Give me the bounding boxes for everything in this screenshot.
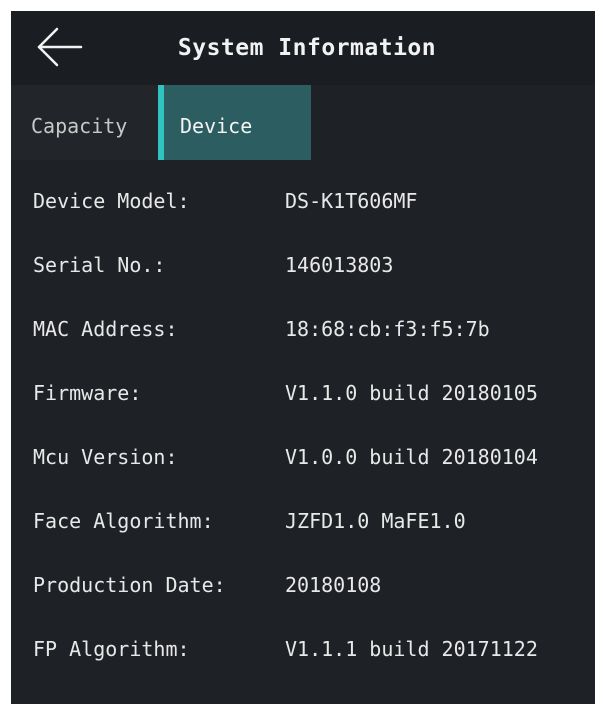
info-label: Face Algorithm: xyxy=(33,509,214,533)
info-value: 18:68:cb:f3:f5:7b xyxy=(285,317,490,341)
info-label: FP Algorithm: xyxy=(33,637,190,661)
info-row-mcu-version: Mcu Version: V1.0.0 build 20180104 xyxy=(11,416,595,480)
back-button[interactable] xyxy=(25,21,85,73)
info-row-firmware: Firmware: V1.1.0 build 20180105 xyxy=(11,352,595,416)
info-row-serial-no: Serial No.: 146013803 xyxy=(11,224,595,288)
info-label: MAC Address: xyxy=(33,317,178,341)
info-value: JZFD1.0 MaFE1.0 xyxy=(285,509,466,533)
device-screen: System Information Capacity Device Devic… xyxy=(11,11,595,704)
title-bar: System Information xyxy=(11,11,595,85)
info-value: 20180108 xyxy=(285,573,382,597)
tab-capacity-label: Capacity xyxy=(31,114,128,138)
info-row-fp-algorithm: FP Algorithm: V1.1.1 build 20171122 xyxy=(11,608,595,672)
info-row-production-date: Production Date: 20180108 xyxy=(11,544,595,608)
tab-bar: Capacity Device xyxy=(11,85,595,160)
info-label: Production Date: xyxy=(33,573,226,597)
info-label: Firmware: xyxy=(33,381,142,405)
info-label: Mcu Version: xyxy=(33,445,178,469)
info-row-mac-address: MAC Address: 18:68:cb:f3:f5:7b xyxy=(11,288,595,352)
arrow-left-icon xyxy=(37,27,83,67)
info-value: V1.1.0 build 20180105 xyxy=(285,381,538,405)
info-value: 146013803 xyxy=(285,253,394,277)
tab-selected-indicator xyxy=(158,85,164,160)
info-row-face-algorithm: Face Algorithm: JZFD1.0 MaFE1.0 xyxy=(11,480,595,544)
info-value: V1.1.1 build 20171122 xyxy=(285,637,538,661)
tab-device[interactable]: Device xyxy=(158,85,311,160)
tab-capacity[interactable]: Capacity xyxy=(11,85,158,160)
info-label: Serial No.: xyxy=(33,253,166,277)
info-value: V1.0.0 build 20180104 xyxy=(285,445,538,469)
info-label: Device Model: xyxy=(33,189,190,213)
page-title: System Information xyxy=(177,35,437,61)
info-row-device-model: Device Model: DS-K1T606MF xyxy=(11,160,595,224)
info-value: DS-K1T606MF xyxy=(285,189,418,213)
device-info-list: Device Model: DS-K1T606MF Serial No.: 14… xyxy=(11,160,595,672)
tab-device-label: Device xyxy=(180,114,253,138)
